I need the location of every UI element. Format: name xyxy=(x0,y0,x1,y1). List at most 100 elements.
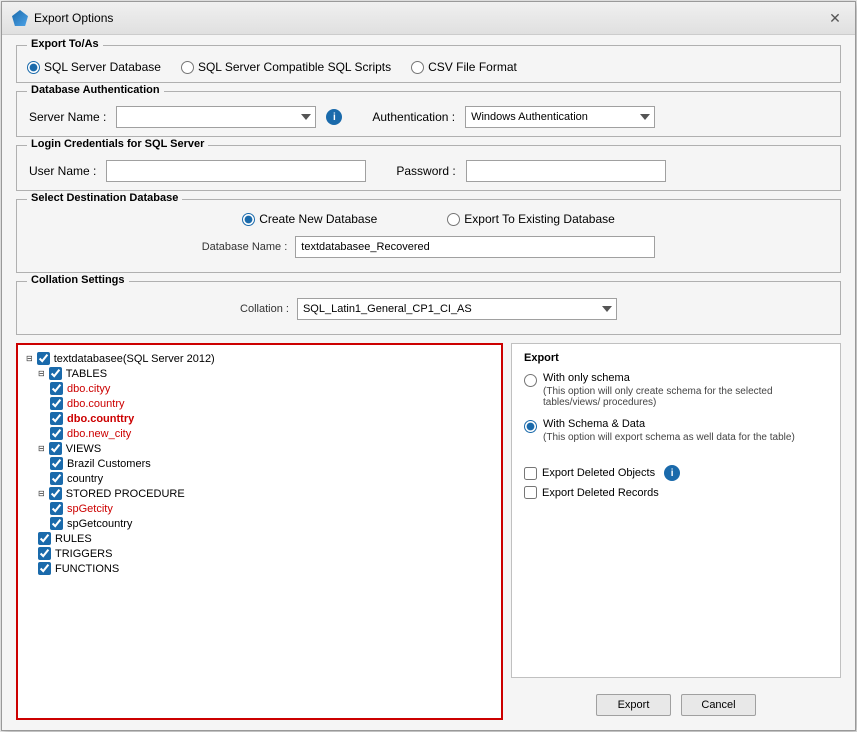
export-options-dialog: Export Options ✕ Export To/As SQL Server… xyxy=(1,1,856,731)
schema-data-label: With Schema & Data xyxy=(543,418,795,430)
spgetcountry-label: spGetcountry xyxy=(67,518,132,530)
export-to-as-section: Export To/As SQL Server Database SQL Ser… xyxy=(16,45,841,83)
deleted-records-checkbox[interactable] xyxy=(524,486,537,499)
db-auth-row: Server Name : i Authentication : Windows… xyxy=(29,106,828,128)
login-cred-legend: Login Credentials for SQL Server xyxy=(27,138,208,150)
export-button[interactable]: Export xyxy=(596,694,671,716)
cityy-checkbox[interactable] xyxy=(50,382,63,395)
radio-create-new[interactable]: Create New Database xyxy=(242,212,377,226)
tree-triggers: TRIGGERS xyxy=(26,546,493,561)
brazil-checkbox[interactable] xyxy=(50,457,63,470)
export-to-as-options: SQL Server Database SQL Server Compatibl… xyxy=(17,46,840,82)
collation-dropdown[interactable]: SQL_Latin1_General_CP1_CI_AS Latin1_Gene… xyxy=(297,298,617,320)
views-checkbox[interactable] xyxy=(49,442,62,455)
collation-content: Collation : SQL_Latin1_General_CP1_CI_AS… xyxy=(17,282,840,334)
auth-dropdown[interactable]: Windows Authentication SQL Server Authen… xyxy=(465,106,655,128)
login-credentials-section: Login Credentials for SQL Server User Na… xyxy=(16,145,841,191)
new-city-checkbox[interactable] xyxy=(50,427,63,440)
spgetcity-label: spGetcity xyxy=(67,503,113,515)
auth-label: Authentication : xyxy=(372,110,455,124)
spgetcity-checkbox[interactable] xyxy=(50,502,63,515)
radio-sql-server-db[interactable]: SQL Server Database xyxy=(27,60,161,74)
db-name-input[interactable] xyxy=(295,236,655,258)
tree-country: dbo.country xyxy=(26,396,493,411)
schema-only-label: With only schema xyxy=(543,372,828,384)
app-icon xyxy=(12,10,28,26)
radio-sql-compatible[interactable]: SQL Server Compatible SQL Scripts xyxy=(181,60,391,74)
cancel-button[interactable]: Cancel xyxy=(681,694,756,716)
spgetcountry-checkbox[interactable] xyxy=(50,517,63,530)
password-input[interactable] xyxy=(466,160,666,182)
schema-data-option: With Schema & Data (This option will exp… xyxy=(524,418,828,443)
select-dest-db-section: Select Destination Database Create New D… xyxy=(16,199,841,273)
server-name-label: Server Name : xyxy=(29,110,106,124)
country-view-checkbox[interactable] xyxy=(50,472,63,485)
country-view-label: country xyxy=(67,473,103,485)
select-dest-legend: Select Destination Database xyxy=(27,192,182,204)
counttry-label: dbo.counttry xyxy=(67,413,134,425)
db-name-label: Database Name : xyxy=(202,241,288,253)
deleted-records-label: Export Deleted Records xyxy=(542,487,659,499)
views-label: VIEWS xyxy=(66,443,101,455)
db-auth-legend: Database Authentication xyxy=(27,84,164,96)
tree-stored-proc: ⊟ STORED PROCEDURE xyxy=(26,486,493,501)
radio-csv-format[interactable]: CSV File Format xyxy=(411,60,517,74)
deleted-objects-checkbox[interactable] xyxy=(524,467,537,480)
root-label: textdatabasee(SQL Server 2012) xyxy=(54,353,215,365)
root-toggle[interactable]: ⊟ xyxy=(26,354,33,363)
server-name-dropdown[interactable] xyxy=(116,106,316,128)
tree-rules: RULES xyxy=(26,531,493,546)
root-checkbox[interactable] xyxy=(37,352,50,365)
collation-label: Collation : xyxy=(240,303,289,315)
export-section-title: Export xyxy=(524,352,828,364)
export-section: Export With only schema (This option wil… xyxy=(511,343,841,678)
dest-db-options: Create New Database Export To Existing D… xyxy=(29,212,828,232)
db-auth-section: Database Authentication Server Name : i … xyxy=(16,91,841,137)
tree-tables: ⊟ TABLES xyxy=(26,366,493,381)
triggers-checkbox[interactable] xyxy=(38,547,51,560)
collation-row: Collation : SQL_Latin1_General_CP1_CI_AS… xyxy=(29,294,828,324)
right-panel: Export With only schema (This option wil… xyxy=(511,343,841,720)
collation-section: Collation Settings Collation : SQL_Latin… xyxy=(16,281,841,335)
close-button[interactable]: ✕ xyxy=(825,8,845,28)
db-auth-content: Server Name : i Authentication : Windows… xyxy=(17,92,840,136)
dialog-title: Export Options xyxy=(34,11,113,25)
stored-proc-toggle[interactable]: ⊟ xyxy=(38,489,45,498)
deleted-objects-info-icon[interactable]: i xyxy=(664,465,680,481)
rules-checkbox[interactable] xyxy=(38,532,51,545)
server-info-icon[interactable]: i xyxy=(326,109,342,125)
radio-export-existing[interactable]: Export To Existing Database xyxy=(447,212,615,226)
bottom-area: ⊟ textdatabasee(SQL Server 2012) ⊟ TABLE… xyxy=(16,343,841,720)
tree-views: ⊟ VIEWS xyxy=(26,441,493,456)
stored-proc-checkbox[interactable] xyxy=(49,487,62,500)
deleted-objects-label: Export Deleted Objects xyxy=(542,467,655,479)
views-toggle[interactable]: ⊟ xyxy=(38,444,45,453)
new-city-label: dbo.new_city xyxy=(67,428,131,440)
schema-data-radio[interactable] xyxy=(524,420,537,433)
country-label: dbo.country xyxy=(67,398,124,410)
password-label: Password : xyxy=(396,164,455,178)
stored-proc-label: STORED PROCEDURE xyxy=(66,488,185,500)
deleted-records-row: Export Deleted Records xyxy=(524,486,828,499)
tables-checkbox[interactable] xyxy=(49,367,62,380)
login-row: User Name : Password : xyxy=(29,160,828,182)
tree-counttry: dbo.counttry xyxy=(26,411,493,426)
schema-only-radio[interactable] xyxy=(524,374,537,387)
rules-label: RULES xyxy=(55,533,92,545)
tables-toggle[interactable]: ⊟ xyxy=(38,369,45,378)
cityy-label: dbo.cityy xyxy=(67,383,110,395)
export-to-as-legend: Export To/As xyxy=(27,38,103,50)
collation-legend: Collation Settings xyxy=(27,274,129,286)
deleted-objects-row: Export Deleted Objects i xyxy=(524,465,828,481)
username-input[interactable] xyxy=(106,160,366,182)
button-row: Export Cancel xyxy=(511,686,841,720)
counttry-checkbox[interactable] xyxy=(50,412,63,425)
title-bar: Export Options ✕ xyxy=(2,2,855,35)
username-label: User Name : xyxy=(29,164,96,178)
tree-brazil: Brazil Customers xyxy=(26,456,493,471)
schema-data-sub: (This option will export schema as well … xyxy=(543,432,795,443)
tree-spgetcity: spGetcity xyxy=(26,501,493,516)
functions-checkbox[interactable] xyxy=(38,562,51,575)
country-checkbox[interactable] xyxy=(50,397,63,410)
tree-panel[interactable]: ⊟ textdatabasee(SQL Server 2012) ⊟ TABLE… xyxy=(16,343,503,720)
